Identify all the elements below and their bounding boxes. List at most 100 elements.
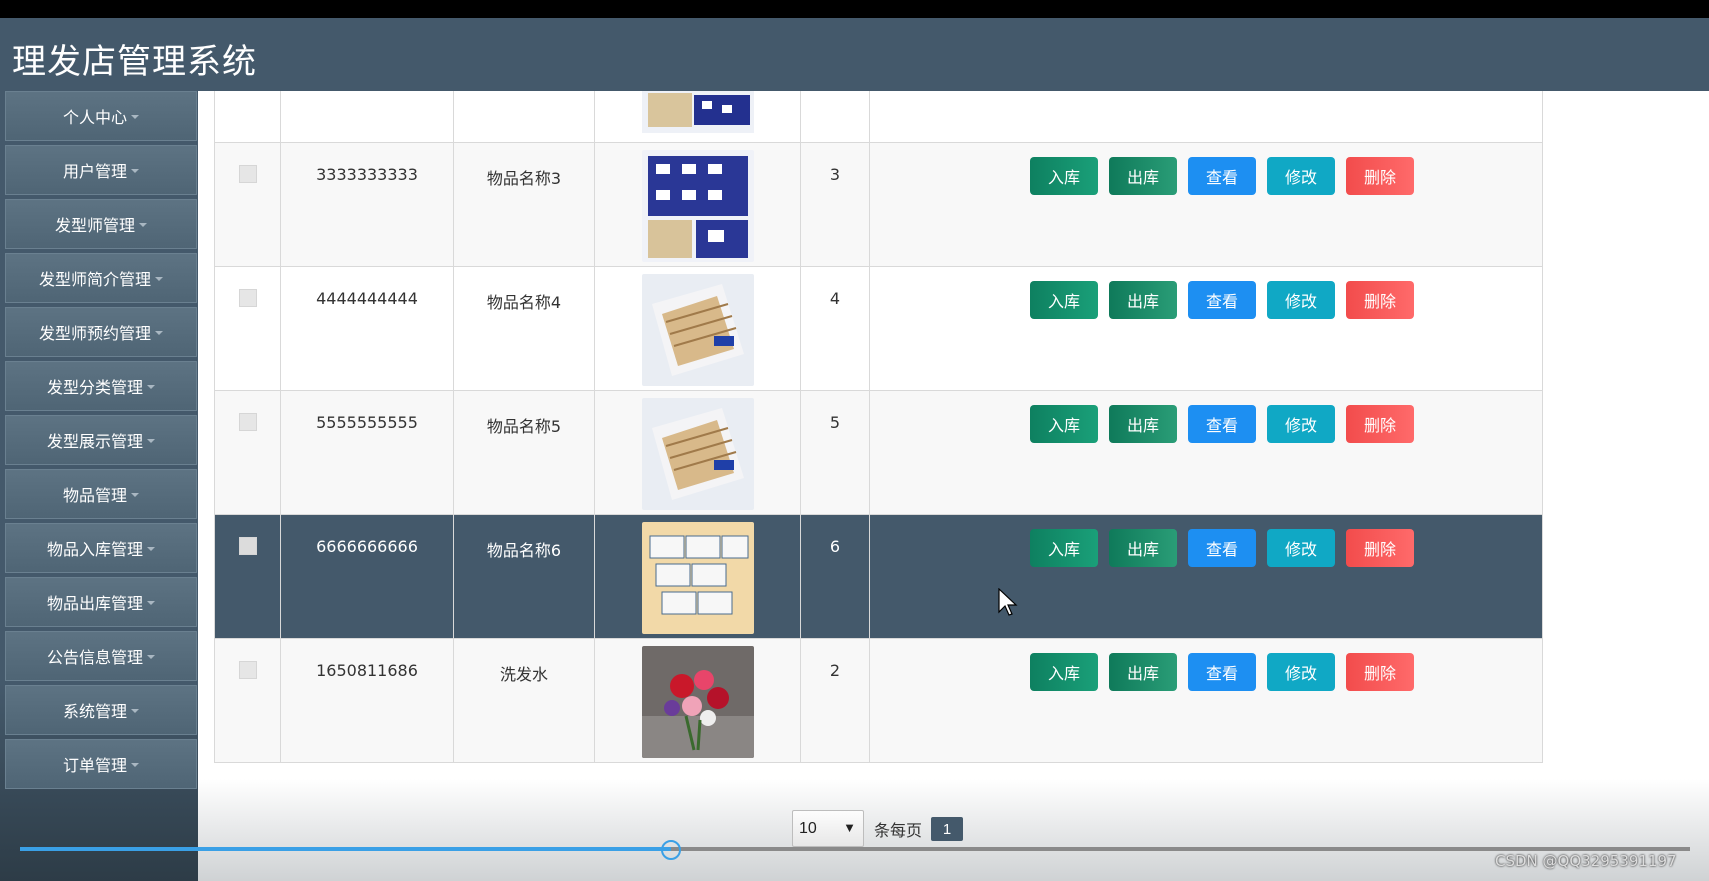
delete-button[interactable]: 删除: [1346, 529, 1414, 567]
row-checkbox[interactable]: [239, 165, 257, 183]
main-content: 3333333333 物品名称3 3 入库 出库 查看 修改 删除 444444…: [198, 91, 1709, 881]
qty-cell: 4: [800, 267, 869, 390]
view-button[interactable]: 查看: [1188, 157, 1256, 195]
table-row[interactable]: 3333333333 物品名称3 3 入库 出库 查看 修改 删除: [214, 143, 1543, 267]
view-button[interactable]: 查看: [1188, 405, 1256, 443]
caret-down-icon: [139, 223, 147, 227]
caret-down-icon: [147, 547, 155, 551]
row-checkbox[interactable]: [239, 537, 257, 555]
edit-button[interactable]: 修改: [1267, 281, 1335, 319]
actions-cell: 入库 出库 查看 修改 删除: [869, 391, 1543, 514]
image-cell: [594, 639, 800, 762]
video-progress-fill: [20, 847, 671, 851]
caret-down-icon: [155, 331, 163, 335]
table-row[interactable]: 4444444444 物品名称4 4 入库 出库 查看 修改 删除: [214, 267, 1543, 391]
item-code: 6666666666: [316, 537, 418, 556]
table-row-partial: [214, 91, 1543, 143]
stock-in-button[interactable]: 入库: [1030, 157, 1098, 195]
sidebar-item-stock-out[interactable]: 物品出库管理: [5, 577, 197, 627]
item-code: 1650811686: [316, 661, 418, 680]
caret-down-icon: [131, 115, 139, 119]
sidebar-item-stock-in[interactable]: 物品入库管理: [5, 523, 197, 573]
stock-out-button[interactable]: 出库: [1109, 653, 1177, 691]
dropdown-arrow-icon: ▼: [843, 820, 856, 835]
stock-in-button[interactable]: 入库: [1030, 529, 1098, 567]
name-cell: 物品名称4: [453, 267, 594, 390]
watermark-text: CSDN @QQ3295391197: [1495, 852, 1677, 870]
sidebar-item-label: 公告信息管理: [46, 648, 143, 667]
delete-button[interactable]: 删除: [1346, 653, 1414, 691]
item-qty: 2: [829, 661, 841, 680]
sidebar-item-stylists[interactable]: 发型师管理: [5, 199, 197, 249]
table-row[interactable]: 1650811686 洗发水 2 入库 出库 查看 修改 删除: [214, 639, 1543, 763]
tissue-pack-icon: [642, 91, 754, 133]
sidebar-item-personal-center[interactable]: 个人中心: [5, 91, 197, 141]
row-checkbox[interactable]: [239, 413, 257, 431]
sidebar-item-hairstyle-categories[interactable]: 发型分类管理: [5, 361, 197, 411]
qty-cell: 5: [800, 391, 869, 514]
qty-cell: 6: [800, 515, 869, 638]
stock-out-button[interactable]: 出库: [1109, 529, 1177, 567]
video-progress-knob[interactable]: [661, 840, 681, 860]
page-size-value: 10: [799, 820, 817, 837]
edit-button[interactable]: 修改: [1267, 157, 1335, 195]
stock-in-button[interactable]: 入库: [1030, 653, 1098, 691]
code-cell: 6666666666: [280, 515, 453, 638]
stock-out-button[interactable]: 出库: [1109, 157, 1177, 195]
row-checkbox[interactable]: [239, 661, 257, 679]
sidebar-item-system[interactable]: 系统管理: [5, 685, 197, 735]
checkbox-cell: [214, 515, 280, 638]
caret-down-icon: [131, 709, 139, 713]
edit-button[interactable]: 修改: [1267, 653, 1335, 691]
mouse-cursor-icon: [998, 588, 1018, 616]
stock-out-button[interactable]: 出库: [1109, 281, 1177, 319]
delete-button[interactable]: 删除: [1346, 281, 1414, 319]
view-button[interactable]: 查看: [1188, 281, 1256, 319]
checkbox-cell: [214, 391, 280, 514]
pagination-bar: 10 ▼ 条每页 1: [198, 779, 1709, 881]
sidebar-item-stylist-profiles[interactable]: 发型师简介管理: [5, 253, 197, 303]
name-cell: 物品名称5: [453, 391, 594, 514]
item-name: 物品名称3: [486, 169, 562, 188]
stock-out-button[interactable]: 出库: [1109, 405, 1177, 443]
item-code: 5555555555: [316, 413, 418, 432]
page-size-select[interactable]: 10 ▼: [792, 810, 864, 847]
sidebar-item-label: 发型师管理: [54, 216, 135, 235]
code-cell: 3333333333: [280, 143, 453, 266]
table-row[interactable]: 5555555555 物品名称5 5 入库 出库 查看 修改 删除: [214, 391, 1543, 515]
checkbox-cell: [214, 143, 280, 266]
edit-button[interactable]: 修改: [1267, 529, 1335, 567]
cotton-swab-pack-icon: [642, 274, 754, 386]
item-code: 3333333333: [316, 165, 418, 184]
sidebar-item-announcements[interactable]: 公告信息管理: [5, 631, 197, 681]
table-cell: [453, 91, 594, 142]
delete-button[interactable]: 删除: [1346, 157, 1414, 195]
sidebar-item-hairstyle-showcase[interactable]: 发型展示管理: [5, 415, 197, 465]
top-header: 理发店管理系统: [0, 18, 1709, 91]
code-cell: 4444444444: [280, 267, 453, 390]
delete-button[interactable]: 删除: [1346, 405, 1414, 443]
view-button[interactable]: 查看: [1188, 653, 1256, 691]
table-cell: [800, 91, 869, 142]
actions-cell: 入库 出库 查看 修改 删除: [869, 267, 1543, 390]
edit-button[interactable]: 修改: [1267, 405, 1335, 443]
stock-in-button[interactable]: 入库: [1030, 281, 1098, 319]
stock-in-button[interactable]: 入库: [1030, 405, 1098, 443]
sidebar-item-users[interactable]: 用户管理: [5, 145, 197, 195]
actions-cell: 入库 出库 查看 修改 删除: [869, 515, 1543, 638]
code-cell: 5555555555: [280, 391, 453, 514]
sidebar-item-stylist-appointments[interactable]: 发型师预约管理: [5, 307, 197, 357]
table-row-selected[interactable]: 6666666666 物品名称6 6 入库 出库 查看 修改 删除: [214, 515, 1543, 639]
sidebar-item-label: 个人中心: [62, 108, 127, 127]
row-checkbox[interactable]: [239, 289, 257, 307]
tissue-pack-icon: [642, 150, 754, 262]
caret-down-icon: [131, 493, 139, 497]
code-cell: 1650811686: [280, 639, 453, 762]
sidebar-item-label: 物品出库管理: [46, 594, 143, 613]
tissue-boxes-icon: [642, 522, 754, 634]
sidebar-item-orders[interactable]: 订单管理: [5, 739, 197, 789]
sidebar-item-label: 发型展示管理: [46, 432, 143, 451]
view-button[interactable]: 查看: [1188, 529, 1256, 567]
sidebar-item-items[interactable]: 物品管理: [5, 469, 197, 519]
page-number-current[interactable]: 1: [931, 817, 963, 841]
